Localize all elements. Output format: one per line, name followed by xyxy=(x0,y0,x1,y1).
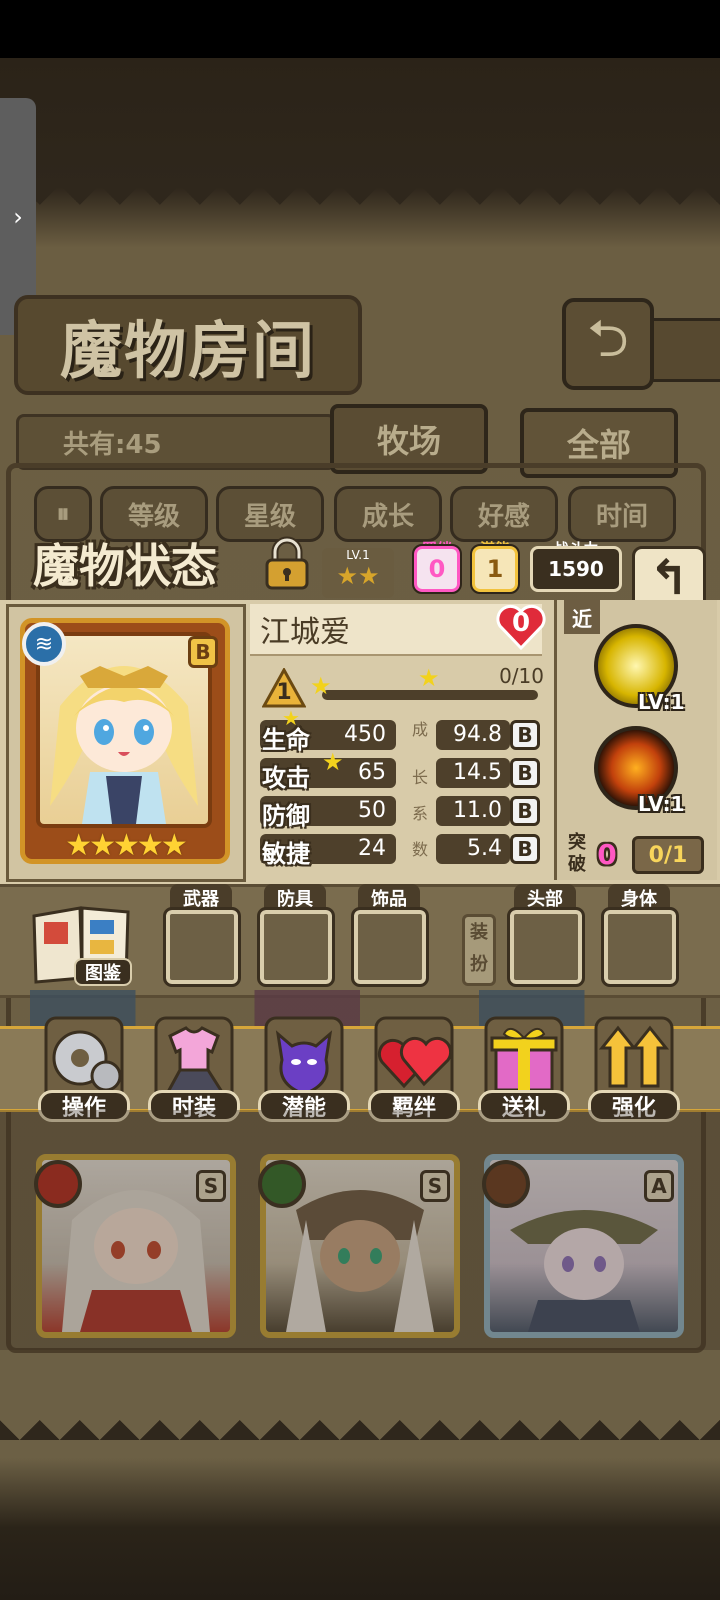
room-title: 魔物房间 xyxy=(14,295,362,395)
star-hint: LV.1 ★★ xyxy=(322,548,394,598)
slot-accessory-label: 饰品 xyxy=(358,884,420,912)
rank-badge: B xyxy=(188,636,218,668)
slot-armor[interactable] xyxy=(257,907,335,987)
growth-agi-rank: B xyxy=(510,834,540,864)
slot-armor-label: 防具 xyxy=(264,884,326,912)
water-element-icon: ≋ xyxy=(22,622,66,666)
return-arrow-icon: ⮌ xyxy=(587,308,629,369)
sort-time-button[interactable]: 时间 xyxy=(568,486,676,542)
monster-illustration xyxy=(50,666,198,824)
status-title: 魔物状态 xyxy=(33,539,217,593)
skill-2-level: LV:1 xyxy=(638,792,685,816)
growth-atk-rank: B xyxy=(510,758,540,788)
card-star-rating: ★★★★★ xyxy=(65,828,187,863)
list-dim-overlay xyxy=(0,1110,720,1350)
growth-def-value: 11.0 xyxy=(436,796,510,826)
growth-agi-value: 5.4 xyxy=(436,834,510,864)
growth-label-char: 长 xyxy=(411,768,428,787)
torn-edge-bottom xyxy=(0,1400,720,1440)
affection-value: 0 xyxy=(511,608,531,638)
star-icon: ★★ xyxy=(336,562,380,590)
growth-label-char: 数 xyxy=(411,840,428,859)
system-status-bar xyxy=(0,0,720,58)
stat-agi-label: 敏捷 xyxy=(262,840,310,868)
growth-def-rank: B xyxy=(510,796,540,826)
skill-1-level: LV:1 xyxy=(638,690,685,714)
star-icon: ★ xyxy=(418,664,440,692)
monster-portrait xyxy=(36,632,212,828)
slot-accessory[interactable] xyxy=(351,907,429,987)
slot-body[interactable] xyxy=(601,907,679,987)
sort-affection-button[interactable]: 好感 xyxy=(450,486,558,542)
xp-text: 0/10 xyxy=(499,664,544,688)
slot-weapon-label: 武器 xyxy=(170,884,232,912)
growth-atk-value: 14.5 xyxy=(436,758,510,788)
slot-body-label: 身体 xyxy=(608,884,670,912)
slot-head[interactable] xyxy=(507,907,585,987)
slot-weapon[interactable] xyxy=(163,907,241,987)
break-value: 0 xyxy=(597,838,617,871)
star-hint-level: LV.1 xyxy=(346,548,370,562)
bond-value: 0 xyxy=(412,544,462,594)
break-progress[interactable]: 0/1 xyxy=(632,836,704,874)
break-label: 突破 xyxy=(568,832,586,875)
dress-up-label: 装扮 xyxy=(462,914,496,986)
star-icon: ★ xyxy=(282,706,300,730)
potential-value: 1 xyxy=(470,544,520,594)
growth-label-char: 系 xyxy=(411,804,428,823)
growth-hp-value: 94.8 xyxy=(436,720,510,750)
stat-def-label: 防御 xyxy=(262,802,310,830)
range-tag: 近 xyxy=(564,600,600,634)
growth-hp-rank: B xyxy=(510,720,540,750)
monster-count: 共有:45 xyxy=(16,414,336,470)
return-arrow-icon: ↰ xyxy=(648,550,690,606)
monster-level: 1 xyxy=(276,680,292,705)
back-button-rail xyxy=(646,318,720,382)
power-value: 1590 xyxy=(530,546,622,592)
stat-atk-label: 攻击 xyxy=(262,764,310,792)
lock-icon[interactable] xyxy=(258,534,316,592)
pause-sort-icon: ⏸ xyxy=(56,498,70,529)
star-icon: ★ xyxy=(322,748,344,776)
torn-edge-top xyxy=(0,185,720,225)
growth-label-char: 成 xyxy=(411,720,428,739)
slot-head-label: 头部 xyxy=(514,884,576,912)
codex-label[interactable]: 图鉴 xyxy=(74,958,132,986)
star-icon: ★ xyxy=(310,672,332,700)
chevron-right-icon: › xyxy=(13,202,23,231)
sort-growth-button[interactable]: 成长 xyxy=(334,486,442,542)
back-button-top[interactable]: ⮌ xyxy=(562,298,654,390)
